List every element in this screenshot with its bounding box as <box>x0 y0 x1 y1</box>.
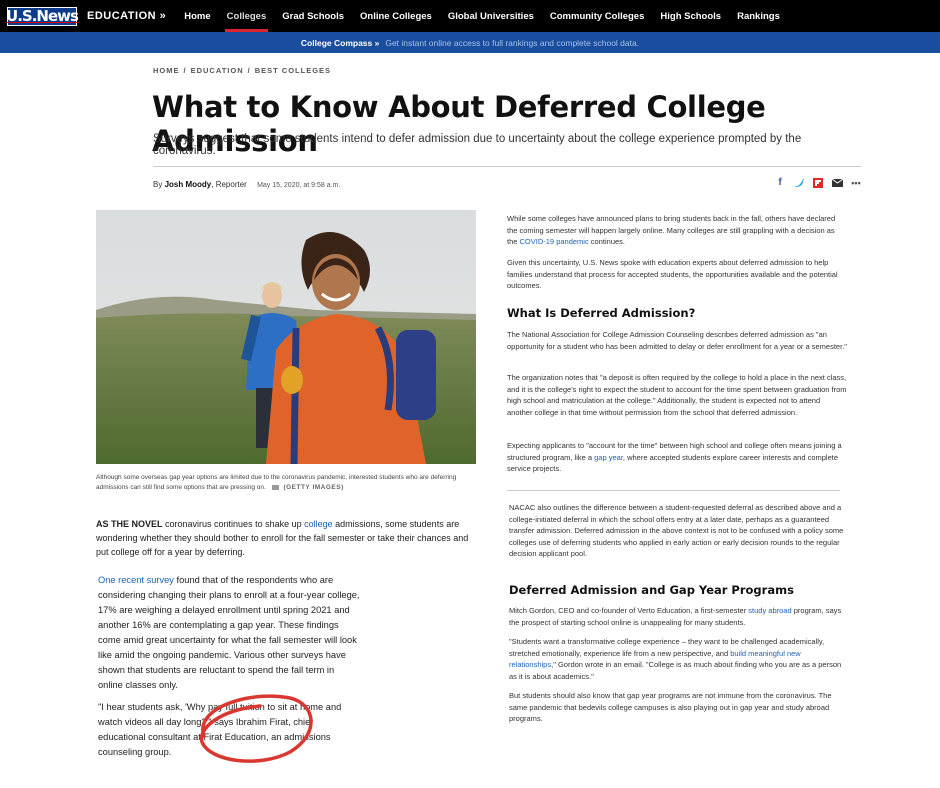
facebook-icon[interactable]: f <box>775 178 785 188</box>
nav-global-universities[interactable]: Global Universities <box>440 0 542 32</box>
nav-online-colleges[interactable]: Online Colleges <box>352 0 440 32</box>
twitter-icon[interactable] <box>794 178 804 188</box>
paragraph-text: found that of the respondents who are co… <box>98 575 360 690</box>
email-icon[interactable] <box>831 178 844 188</box>
recent-survey-link[interactable]: One recent survey <box>98 575 174 585</box>
article-photo <box>96 210 476 464</box>
breadcrumb-separator: / <box>183 66 187 75</box>
nav-rankings[interactable]: Rankings <box>729 0 788 32</box>
study-abroad-link[interactable]: study abroad <box>748 606 791 615</box>
byline-prefix: By <box>153 180 163 189</box>
photo-caption: Although some overseas gap year options … <box>96 473 476 493</box>
more-icon[interactable]: ••• <box>851 178 861 188</box>
gap-year-link[interactable]: gap year <box>594 453 623 462</box>
flipboard-icon[interactable] <box>813 178 823 188</box>
article-paragraph: One recent survey found that of the resp… <box>98 573 360 693</box>
breadcrumb-best-colleges[interactable]: BEST COLLEGES <box>255 66 331 75</box>
red-circle-annotation <box>199 694 313 763</box>
publish-date: May 15, 2020, at 9:58 a.m. <box>257 182 341 189</box>
article-paragraph: Mitch Gordon, CEO and co-founder of Vert… <box>509 605 847 628</box>
section-title[interactable]: EDUCATION » <box>87 10 166 22</box>
breadcrumb: HOME / EDUCATION / BEST COLLEGES <box>153 66 331 75</box>
college-compass-banner[interactable]: College Compass » Get instant online acc… <box>0 32 940 53</box>
nav-colleges[interactable]: Colleges <box>219 0 275 32</box>
breadcrumb-separator: / <box>247 66 251 75</box>
article-paragraph: The organization notes that "a deposit i… <box>507 373 847 417</box>
section-heading-deferred-admission: What Is Deferred Admission? <box>507 306 696 320</box>
section-heading-gap-year-programs: Deferred Admission and Gap Year Programs <box>509 583 794 597</box>
paragraph-text: ," Gordon wrote in an email. "College is… <box>509 660 842 681</box>
byline: By Josh Moody, Reporter May 15, 2020, at… <box>153 180 340 189</box>
nav-grad-schools[interactable]: Grad Schools <box>274 0 352 32</box>
usnews-logo[interactable]: U.S.News <box>6 6 79 26</box>
compass-title[interactable]: College Compass » <box>301 38 379 48</box>
lead-text-a: coronavirus continues to shake up <box>162 519 305 529</box>
top-nav: U.S.News EDUCATION » Home Colleges Grad … <box>0 0 940 32</box>
compass-text: Get instant online access to full rankin… <box>385 37 640 48</box>
nav-home[interactable]: Home <box>176 0 218 32</box>
article-lead-paragraph: AS THE NOVEL coronavirus continues to sh… <box>96 517 476 559</box>
camera-icon <box>271 484 279 490</box>
divider <box>153 166 861 167</box>
college-link[interactable]: college <box>304 519 333 529</box>
nav-high-schools[interactable]: High Schools <box>652 0 729 32</box>
divider <box>507 490 840 491</box>
article-paragraph: NACAC also outlines the difference betwe… <box>509 503 844 558</box>
paragraph-text: continues. <box>588 237 625 246</box>
article-dek: Surveys suggest that some students inten… <box>153 133 802 157</box>
share-bar: f ••• <box>775 178 861 188</box>
paragraph-text: Mitch Gordon, CEO and co-founder of Vert… <box>509 606 749 615</box>
nav-community-colleges[interactable]: Community Colleges <box>542 0 653 32</box>
photo-credit: (GETTY IMAGES) <box>283 484 344 491</box>
covid-pandemic-link[interactable]: COVID-19 pandemic <box>520 237 589 246</box>
article-paragraph: While some colleges have announced plans… <box>507 213 847 248</box>
lead-caps: AS THE NOVEL <box>96 519 163 529</box>
article-paragraph: The National Association for College Adm… <box>507 330 847 351</box>
author-link[interactable]: Josh Moody <box>165 180 212 189</box>
article-paragraph: But students should also know that gap y… <box>509 691 832 723</box>
article-paragraph: "Students want a transformative college … <box>509 636 847 682</box>
breadcrumb-education[interactable]: EDUCATION <box>191 66 244 75</box>
article-paragraph: Given this uncertainty, U.S. News spoke … <box>507 258 838 290</box>
article-paragraph: Expecting applicants to "account for the… <box>507 440 847 475</box>
author-role: , Reporter <box>211 180 247 189</box>
breadcrumb-home[interactable]: HOME <box>153 66 180 75</box>
